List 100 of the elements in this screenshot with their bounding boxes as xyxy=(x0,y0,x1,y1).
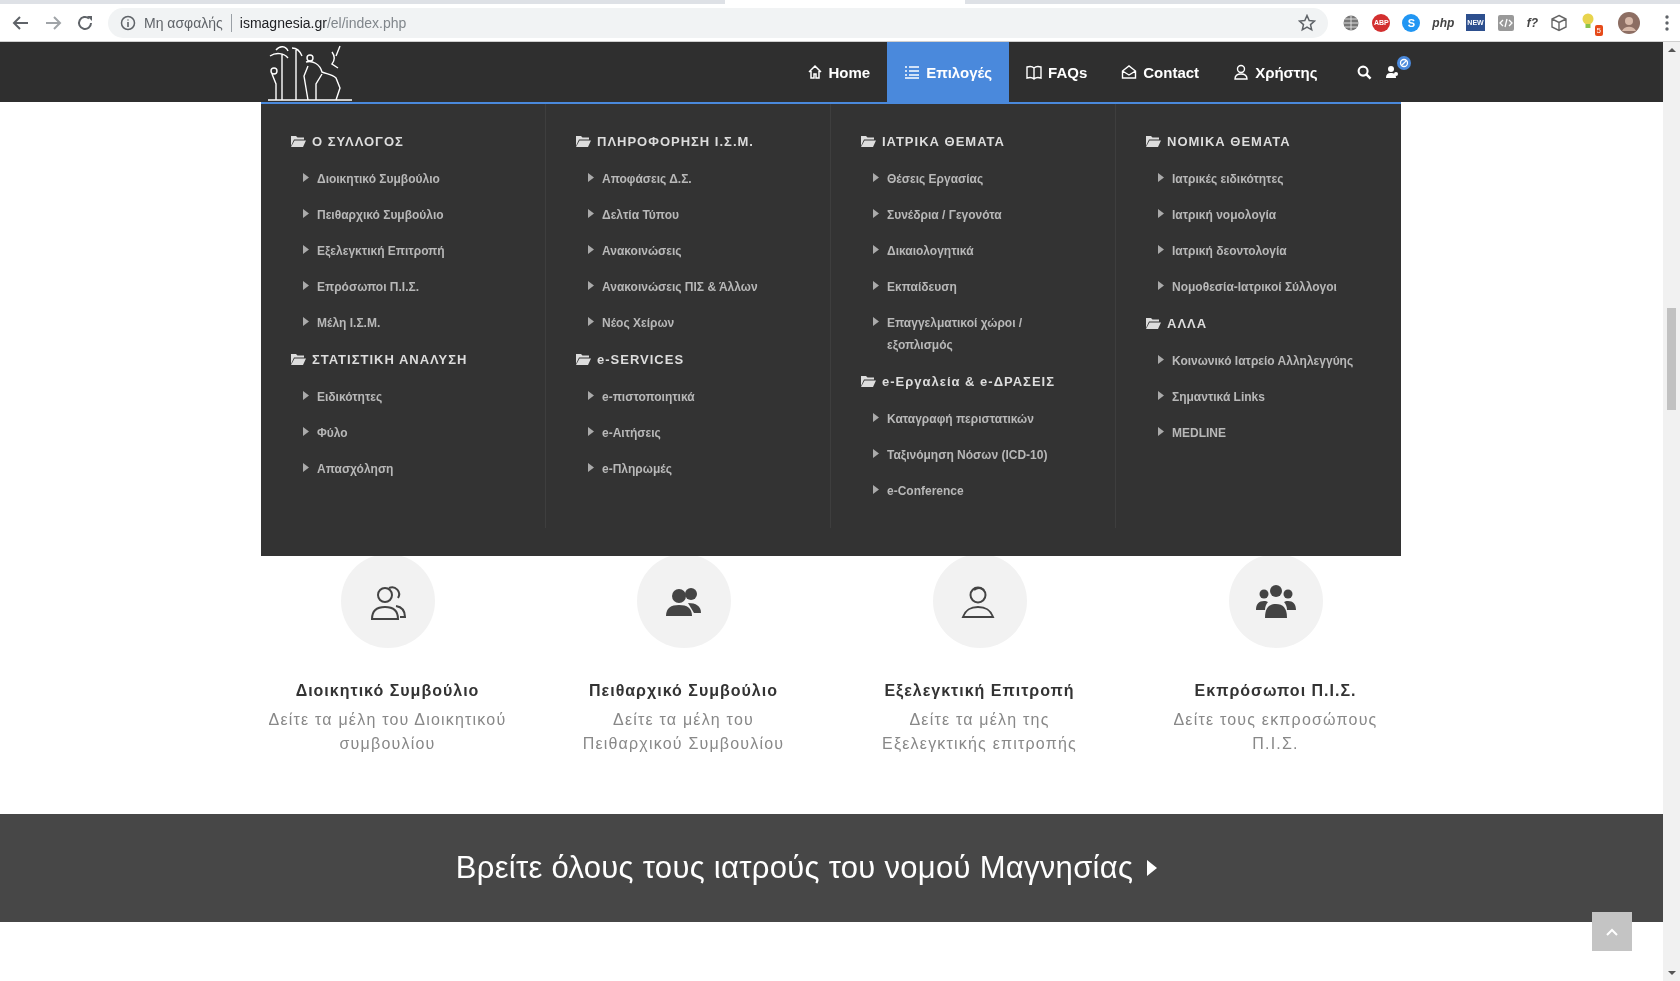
menu-link[interactable]: e-Πληρωμές xyxy=(602,458,672,480)
menu-heading-text: ΣΤΑΤΙΣΤΙΚΗ ΑΝΑΛΥΣΗ xyxy=(312,351,468,367)
menu-link[interactable]: Δικαιολογητικά xyxy=(887,240,974,262)
nav-link[interactable]: Home xyxy=(789,42,888,102)
caret-icon xyxy=(1147,860,1158,876)
menu-icon[interactable] xyxy=(1664,13,1670,32)
avatar-icon[interactable] xyxy=(1618,11,1640,34)
security-label: Μη ασφαλής xyxy=(144,14,223,31)
scrollbar-thumb[interactable] xyxy=(1667,308,1676,410)
caret-icon xyxy=(873,281,879,290)
menu-link[interactable]: Ιατρική δεοντολογία xyxy=(1172,240,1287,262)
caret-icon xyxy=(1158,173,1164,182)
caret-icon xyxy=(588,427,594,436)
menu-link[interactable]: Ανακοινώσεις ΠΙΣ & Άλλων xyxy=(602,276,758,298)
nav-link[interactable]: Χρήστης xyxy=(1216,42,1335,102)
caret-icon xyxy=(873,173,879,182)
menu-heading-text: ΙΑΤΡΙΚΑ ΘΕΜΑΤΑ xyxy=(882,133,1005,149)
extension-button[interactable]: f? xyxy=(1526,15,1538,30)
caret-icon xyxy=(588,281,594,290)
menu-link[interactable]: Πειθαρχικό Συμβούλιο xyxy=(317,204,444,226)
folder-icon xyxy=(291,135,306,147)
card-title: Πειθαρχικό Συμβούλιο xyxy=(589,682,778,700)
caret-icon xyxy=(303,173,309,182)
caret-icon xyxy=(1158,245,1164,254)
caret-icon xyxy=(1158,355,1164,364)
caret-icon xyxy=(1158,427,1164,436)
menu-link[interactable]: Ιατρική νομολογία xyxy=(1172,204,1277,226)
users-icon xyxy=(1385,65,1400,79)
home-icon xyxy=(806,64,823,80)
menu-link[interactable]: e-πιστοποιητικά xyxy=(602,386,695,408)
menu-link[interactable]: Ειδικότητες xyxy=(317,386,383,408)
menu-link[interactable]: Θέσεις Εργασίας xyxy=(887,168,984,190)
user-icon xyxy=(1233,64,1250,80)
menu-link[interactable]: Εκπαίδευση xyxy=(887,276,957,298)
folder-icon xyxy=(1146,317,1161,329)
menu-link[interactable]: Επαγγελματικοί χώροι / εξοπλισμός xyxy=(887,312,1077,356)
scrollbar[interactable] xyxy=(1663,42,1680,981)
nav-link[interactable]: FAQs xyxy=(1009,42,1105,102)
menu-link[interactable]: Κοινωνικό Ιατρείο Αλληλεγγύης xyxy=(1172,350,1354,372)
code-icon[interactable] xyxy=(1496,13,1515,32)
search-icon[interactable] xyxy=(1356,64,1372,80)
reload-icon[interactable] xyxy=(76,13,94,32)
menu-link[interactable]: Απασχόληση xyxy=(317,458,394,480)
menu-heading-text: ΠΛΗΡΟΦΟΡΗΣΗ Ι.Σ.Μ. xyxy=(597,133,754,149)
menu-link[interactable]: Σημαντικά Links xyxy=(1172,386,1265,408)
menu-link[interactable]: Νέος Χείρων xyxy=(602,312,675,334)
book-icon xyxy=(1026,64,1043,80)
globe-icon[interactable] xyxy=(1342,13,1361,32)
caret-icon xyxy=(873,245,879,254)
address-bar[interactable]: Μη ασφαλής ismagnesia.gr/el/index.php xyxy=(108,7,1329,38)
nav-link[interactable]: Contact xyxy=(1104,42,1217,102)
menu-link[interactable]: e-Conference xyxy=(887,480,964,502)
caret-icon xyxy=(873,485,879,494)
menu-heading-text: ΝΟΜΙΚΑ ΘΕΜΑΤΑ xyxy=(1167,133,1291,149)
folder-icon xyxy=(576,135,591,147)
menu-link[interactable]: Δελτία Τύπου xyxy=(602,204,679,226)
menu-heading-text: e-SERVICES xyxy=(597,351,685,367)
menu-link[interactable]: Επρόσωποι Π.Ι.Σ. xyxy=(317,276,419,298)
extension-button[interactable]: php xyxy=(1432,15,1455,30)
caret-icon xyxy=(1158,209,1164,218)
menu-link[interactable]: Εξελεγκτική Επιτροπή xyxy=(317,240,445,262)
menu-link[interactable]: MEDLINE xyxy=(1172,422,1226,444)
caret-icon xyxy=(588,317,594,326)
bulb-extension-button[interactable]: 5 xyxy=(1580,11,1600,34)
card-title: Διοικητικό Συμβούλιο xyxy=(295,682,480,700)
menu-link[interactable]: Ταξινόμηση Νόσων (ICD-10) xyxy=(887,444,1048,466)
folder-icon xyxy=(291,353,306,365)
caret-icon xyxy=(303,427,309,436)
menu-link[interactable]: Φύλο xyxy=(317,422,348,444)
folder-icon xyxy=(1146,135,1161,147)
folder-icon xyxy=(576,353,591,365)
banner-link[interactable]: Βρείτε όλους τους ιατρούς του νομού Μαγνησίας xyxy=(455,850,1158,886)
count-badge: 5 xyxy=(1594,24,1603,36)
menu-link[interactable]: Νομοθεσία-Ιατρικοί Σύλλογοι xyxy=(1172,276,1337,298)
account-button[interactable] xyxy=(1385,65,1400,79)
menu-link[interactable]: Ιατρικές ειδικότητες xyxy=(1172,168,1284,190)
menu-link[interactable]: Μέλη Ι.Σ.Μ. xyxy=(317,312,381,334)
menu-link[interactable]: Αποφάσεις Δ.Σ. xyxy=(602,168,692,190)
caret-icon xyxy=(588,391,594,400)
nav-link[interactable]: Επιλογές xyxy=(887,42,1010,102)
folder-icon xyxy=(861,135,876,147)
list-icon xyxy=(904,64,921,80)
folder-icon xyxy=(861,375,876,387)
star-icon[interactable] xyxy=(1298,13,1317,32)
menu-link[interactable]: e-Αιτήσεις xyxy=(602,422,661,444)
menu-heading-text: Ο ΣΥΛΛΟΓΟΣ xyxy=(312,133,404,149)
menu-link[interactable]: Καταγραφή περιστατικών xyxy=(887,408,1034,430)
envelope-icon xyxy=(1121,64,1138,80)
caret-icon xyxy=(873,209,879,218)
caret-icon xyxy=(873,449,879,458)
caret-icon xyxy=(303,209,309,218)
menu-link[interactable]: Ανακοινώσεις xyxy=(602,240,682,262)
menu-link[interactable]: Συνέδρια / Γεγονότα xyxy=(887,204,1002,226)
back-icon[interactable] xyxy=(12,13,30,32)
cube-icon[interactable] xyxy=(1550,13,1568,32)
card-title: Εκπρόσωποι Π.Ι.Σ. xyxy=(1194,682,1357,700)
caret-icon xyxy=(303,463,309,472)
card-title: Εξελεγκτική Επιτροπή xyxy=(884,682,1075,700)
menu-link[interactable]: Διοικητικό Συμβούλιο xyxy=(317,168,440,190)
group-icon xyxy=(1255,582,1296,620)
